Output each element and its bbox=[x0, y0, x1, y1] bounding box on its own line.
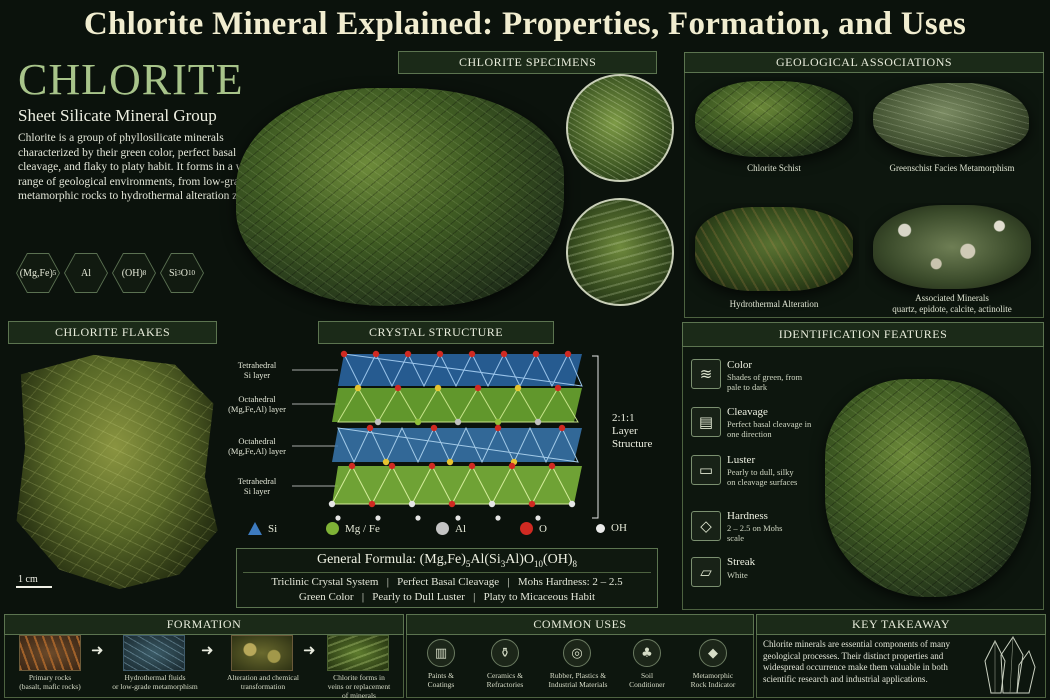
specimen-main-rock bbox=[236, 88, 564, 306]
id-cleavage-name: Cleavage bbox=[727, 406, 768, 418]
formation-arrow-1: ➜ bbox=[91, 641, 104, 659]
use-paints-caption: Paints & Coatings bbox=[427, 671, 455, 689]
crystal-icon bbox=[984, 636, 1036, 694]
formation-step-primary-caption: Primary rocks (basalt, mafic rocks) bbox=[19, 673, 81, 691]
use-indicator-caption: Metamorphic Rock Indicator bbox=[690, 671, 736, 689]
layer-label-tetra-top: Tetrahedral Si layer bbox=[237, 360, 277, 380]
formation-arrow-2: ➜ bbox=[201, 641, 214, 659]
identification-title: IDENTIFICATION FEATURES bbox=[682, 322, 1044, 347]
formula-hex-mgfe: (Mg,Fe) 5 bbox=[16, 253, 60, 293]
formation-step-chlorite-caption: Chlorite forms in veins or replacement of … bbox=[327, 673, 391, 700]
geo-tile-hydrothermal: Hydrothermal Alteration bbox=[689, 203, 859, 315]
formation-step-alteration bbox=[231, 635, 293, 671]
formation-step-alteration-caption: Alteration and chemical transformation bbox=[226, 673, 300, 691]
geo-caption-greenschist: Greenschist Facies Metamorphism bbox=[889, 163, 1015, 173]
id-cleavage-desc: Perfect basal cleavage in one direction bbox=[727, 419, 812, 439]
diamond-icon: ◇ bbox=[691, 511, 721, 541]
cleavage-icon: ▤ bbox=[691, 407, 721, 437]
id-streak-name: Streak bbox=[727, 556, 756, 568]
identification-rock bbox=[825, 379, 1031, 597]
geo-tile-associated: Associated Minerals quartz, epidote, cal… bbox=[865, 203, 1039, 315]
formation-step-primary bbox=[19, 635, 81, 671]
id-luster-name: Luster bbox=[727, 454, 756, 466]
legend-mgfe: Mg / Fe bbox=[326, 522, 380, 535]
specimen-closeup-2 bbox=[566, 198, 674, 306]
id-color-name: Color bbox=[727, 359, 753, 371]
formation-panel: FORMATION Primary rocks (basalt, mafic ro… bbox=[4, 614, 404, 700]
scale-bar bbox=[16, 586, 52, 588]
formula-hex-al: Al bbox=[64, 253, 108, 293]
rock-icon: ◆ bbox=[699, 639, 727, 667]
specimens-title: CHLORITE SPECIMENS bbox=[398, 51, 658, 74]
tetrahedral-layer-top bbox=[338, 352, 583, 388]
takeaway-text: Chlorite minerals are essential componen… bbox=[763, 639, 950, 684]
general-formula: General Formula: (Mg,Fe)5Al(Si3Al)O10(OH… bbox=[316, 552, 578, 569]
sprout-icon: ♣ bbox=[633, 639, 661, 667]
vase-icon: ⚱ bbox=[491, 639, 519, 667]
uses-title: COMMON USES bbox=[406, 614, 754, 635]
layer-bracket bbox=[592, 355, 599, 519]
flakes-image bbox=[16, 354, 218, 590]
octahedral-layer-2 bbox=[332, 426, 582, 464]
formula-hex-oh: (OH) 8 bbox=[112, 253, 156, 293]
legend-al: Al bbox=[436, 522, 466, 535]
formation-arrow-3: ➜ bbox=[303, 641, 316, 659]
flakes-panel: CHLORITE FLAKES 1 cm bbox=[6, 321, 224, 608]
geo-tile-greenschist: Greenschist Facies Metamorphism bbox=[865, 77, 1039, 179]
intro-subheading: Sheet Silicate Mineral Group bbox=[18, 106, 217, 125]
layer-label-octa-2: Octahedral (Mg,Fe,Al) layer bbox=[228, 436, 286, 456]
formation-step-fluids-caption: Hydrothermal fluids or low-grade metamorp… bbox=[112, 673, 198, 691]
formation-step-fluids bbox=[123, 635, 185, 671]
geological-panel: GEOLOGICAL ASSOCIATIONS Chlorite Schist … bbox=[684, 52, 1044, 318]
geological-title: GEOLOGICAL ASSOCIATIONS bbox=[684, 52, 1044, 73]
formation-title: FORMATION bbox=[4, 614, 404, 635]
use-soil-caption: Soil Conditioner bbox=[629, 671, 665, 689]
structure-panel: CRYSTAL STRUCTURE Tetrahedral Si layer Oc… bbox=[228, 321, 676, 610]
layer-label-octa-1: Octahedral (Mg,Fe,Al) layer bbox=[228, 394, 286, 414]
scale-label: 1 cm bbox=[18, 574, 38, 585]
paint-can-icon: ▥ bbox=[427, 639, 455, 667]
id-streak-desc: White bbox=[727, 570, 748, 580]
octahedral-layer-1 bbox=[332, 387, 582, 423]
crystal-structure-diagram bbox=[292, 350, 599, 521]
uses-panel: COMMON USES ▥ Paints & Coatings ⚱ Ceramic… bbox=[406, 614, 754, 698]
legend-oh: OH bbox=[596, 522, 627, 534]
geo-caption-associated: Associated Minerals bbox=[915, 293, 989, 303]
color-layers-icon: ≋ bbox=[691, 359, 721, 389]
flakes-title: CHLORITE FLAKES bbox=[8, 321, 218, 344]
properties-line-2: Green Color | Pearly to Dull Luster | Pl… bbox=[298, 591, 596, 603]
legend-o: O bbox=[520, 522, 547, 535]
page-title: Chlorite Mineral Explained: Properties, … bbox=[83, 6, 967, 42]
takeaway-title: KEY TAKEAWAY bbox=[756, 614, 1046, 635]
id-color-desc: Shades of green, from pale to dark bbox=[727, 372, 803, 392]
geo-caption-associated-minerals: quartz, epidote, calcite, actinolite bbox=[892, 304, 1012, 314]
properties-line-1: Triclinic Crystal System | Perfect Basal… bbox=[271, 576, 623, 588]
geo-tile-schist: Chlorite Schist bbox=[689, 77, 859, 179]
specimens-panel: CHLORITE SPECIMENS bbox=[228, 51, 680, 314]
luster-icon: ▭ bbox=[691, 455, 721, 485]
streak-icon: ▱ bbox=[691, 557, 721, 587]
intro-heading: CHLORITE bbox=[18, 55, 244, 104]
tetrahedral-layer-bottom bbox=[331, 464, 582, 506]
geo-caption-hydrothermal: Hydrothermal Alteration bbox=[729, 299, 819, 309]
takeaway-panel: KEY TAKEAWAY Chlorite minerals are essen… bbox=[756, 614, 1046, 698]
structure-title: CRYSTAL STRUCTURE bbox=[318, 321, 555, 344]
id-luster-desc: Pearly to dull, silky on cleavage surfac… bbox=[727, 467, 798, 487]
id-hardness-name: Hardness bbox=[727, 510, 768, 522]
geo-caption-schist: Chlorite Schist bbox=[747, 163, 801, 173]
use-ceramics-caption: Ceramics & Refractories bbox=[486, 671, 524, 689]
formula-box: General Formula: (Mg,Fe)5Al(Si3Al)O10(OH… bbox=[236, 548, 658, 608]
formula-hex-sio: Si 3 O 10 bbox=[160, 253, 204, 293]
specimen-closeup-1 bbox=[566, 74, 674, 182]
layer-label-tetra-bottom: Tetrahedral Si layer bbox=[237, 476, 277, 496]
formation-step-chlorite bbox=[327, 635, 389, 671]
legend-si: Si bbox=[248, 522, 277, 535]
structure-side-label: 2:1:1 Layer Structure bbox=[612, 412, 653, 450]
id-hardness-desc: 2 – 2.5 on Mohs scale bbox=[727, 523, 783, 543]
structure-connectors bbox=[292, 369, 338, 487]
use-rubber-caption: Rubber, Plastics & Industrial Materials bbox=[548, 671, 608, 689]
roll-icon: ◎ bbox=[563, 639, 591, 667]
identification-panel: IDENTIFICATION FEATURES ≋ Color Shades o… bbox=[682, 322, 1044, 610]
